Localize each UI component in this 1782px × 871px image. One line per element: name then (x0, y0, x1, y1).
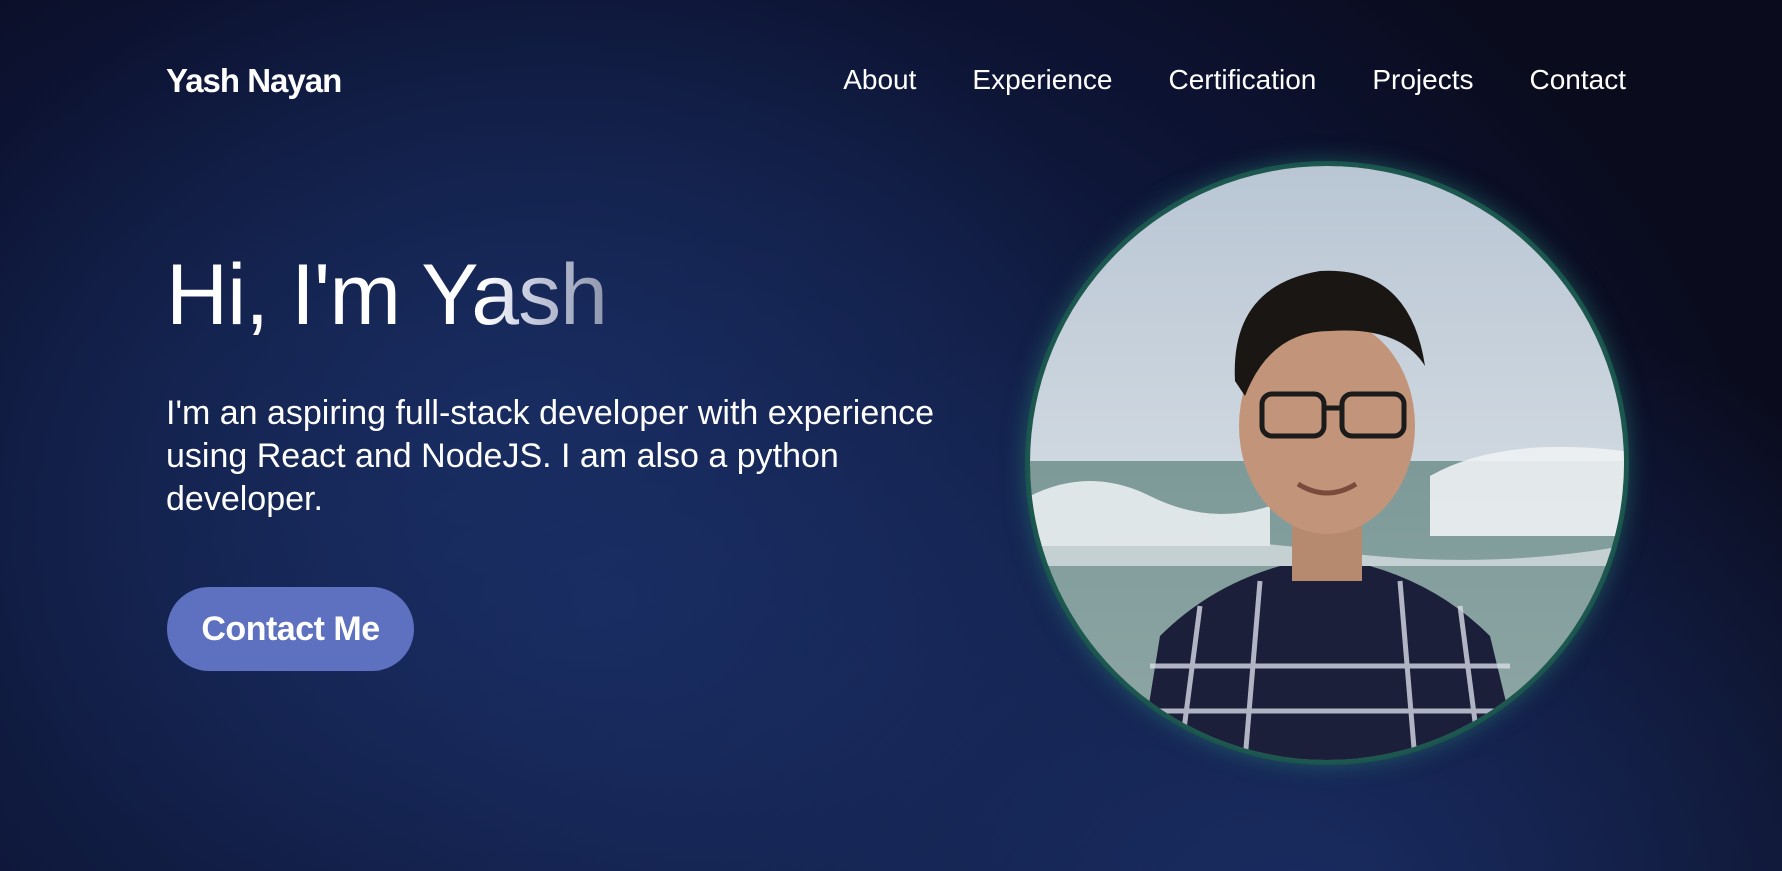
nav-link-experience[interactable]: Experience (972, 64, 1112, 96)
profile-photo-illustration (1030, 166, 1624, 760)
profile-photo (1030, 166, 1624, 760)
nav-link-certification[interactable]: Certification (1169, 64, 1317, 96)
nav-link-contact[interactable]: Contact (1530, 64, 1627, 96)
brand-logo[interactable]: Yash Nayan (166, 62, 342, 100)
nav-link-projects[interactable]: Projects (1372, 64, 1473, 96)
hero-title: Hi, I'm Yash (166, 252, 608, 338)
contact-me-button[interactable]: Contact Me (167, 587, 414, 671)
nav-menu: About Experience Certification Projects … (843, 64, 1626, 96)
nav-link-about[interactable]: About (843, 64, 916, 96)
hero-title-text: Hi, I'm Yash (166, 247, 608, 343)
hero-description: I'm an aspiring full-stack developer wit… (166, 394, 935, 518)
top-navbar: Yash Nayan About Experience Certificatio… (0, 0, 1782, 164)
